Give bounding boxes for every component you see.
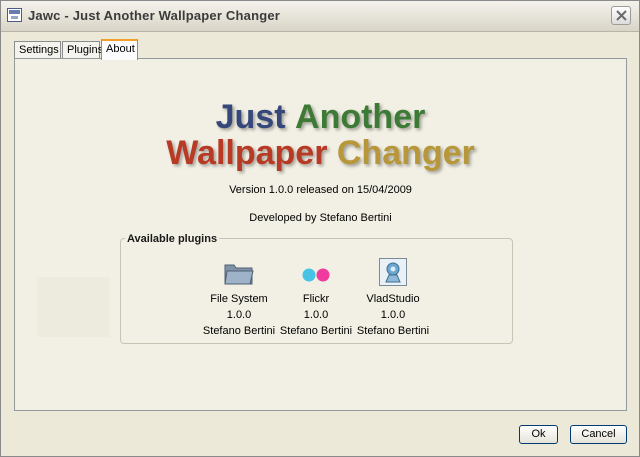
developer-text: Developed by Stefano Bertini [249, 212, 392, 224]
logo-word-wallpaper: Wallpaper [166, 134, 328, 172]
plugin-name: VladStudio [366, 293, 420, 305]
logo-word-another: Another [295, 98, 426, 136]
plugin-author: Stefano Bertini [356, 325, 430, 337]
title-bar[interactable]: Jawc - Just Another Wallpaper Changer [1, 1, 639, 32]
app-logo: Just Another Wallpaper Changer [15, 99, 626, 171]
version-text: Version 1.0.0 released on 15/04/2009 [229, 184, 412, 196]
plugin-version: 1.0.0 [226, 309, 252, 321]
close-icon [616, 10, 627, 21]
plugin-author: Stefano Bertini [202, 325, 276, 337]
cancel-button[interactable]: Cancel [570, 425, 627, 444]
close-button[interactable] [611, 6, 631, 25]
available-plugins-group: Available plugins File System 1.0.0 Stef… [120, 233, 513, 344]
plugin-vladstudio[interactable]: VladStudio 1.0.0 Stefano Bertini [354, 257, 432, 339]
plugin-version: 1.0.0 [303, 309, 329, 321]
plugin-flickr[interactable]: Flickr 1.0.0 Stefano Bertini [277, 257, 355, 339]
group-title: Available plugins [125, 233, 220, 245]
app-window: Jawc - Just Another Wallpaper Changer Se… [0, 0, 640, 457]
plugin-version: 1.0.0 [380, 309, 406, 321]
window-title: Jawc - Just Another Wallpaper Changer [28, 8, 281, 23]
logo-word-just: Just [215, 98, 286, 136]
about-panel: Just Another Wallpaper Changer Version 1… [14, 58, 627, 411]
plugin-author: Stefano Bertini [279, 325, 353, 337]
background-watermark [37, 277, 109, 337]
tab-about[interactable]: About [101, 39, 138, 60]
app-icon [7, 8, 22, 22]
vladstudio-icon [379, 258, 407, 286]
flickr-icon [302, 268, 330, 282]
tab-settings[interactable]: Settings [14, 41, 61, 59]
plugin-name: Flickr [302, 293, 330, 305]
ok-button[interactable]: Ok [519, 425, 558, 444]
folder-icon [224, 264, 254, 285]
plugin-file-system[interactable]: File System 1.0.0 Stefano Bertini [200, 257, 278, 339]
tab-plugins[interactable]: Plugins [62, 41, 103, 59]
logo-word-changer: Changer [336, 134, 475, 172]
plugin-name: File System [210, 293, 268, 305]
